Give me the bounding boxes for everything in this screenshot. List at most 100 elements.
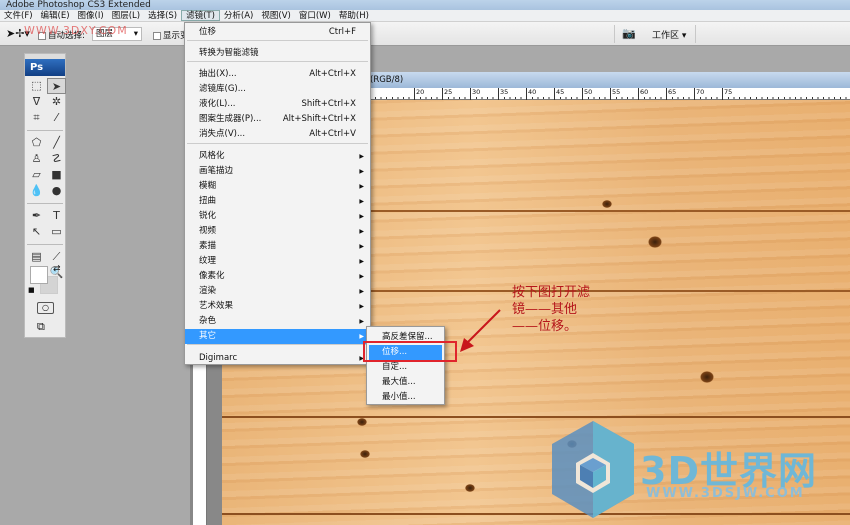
foreground-color-swatch[interactable] (30, 266, 48, 284)
crop-tool-icon[interactable]: ⌗ (27, 110, 46, 126)
lasso-tool-icon[interactable]: ᐁ (27, 94, 46, 110)
eraser-icon[interactable]: ▱ (27, 167, 46, 183)
ruler-tick-label: 75 (722, 88, 732, 100)
menu-item[interactable]: 艺术效果 ▶ (185, 299, 370, 314)
ruler-tick-label: 55 (610, 88, 620, 100)
ruler-tick-label: 50 (582, 88, 592, 100)
history-brush-icon[interactable]: ☡ (47, 151, 66, 167)
menu-separator (187, 61, 368, 62)
workspace-button[interactable]: 工作区 ▾ (652, 28, 686, 41)
menu-filter[interactable]: 滤镜(T) (181, 10, 220, 21)
magic-wand-icon[interactable]: ✲ (47, 94, 66, 110)
shape-tool-icon[interactable]: ▭ (47, 224, 66, 240)
menu-item[interactable]: 位移 Ctrl+F (185, 25, 370, 40)
eyedropper-icon[interactable]: ⟋ (47, 249, 66, 265)
menu-item[interactable]: 渲染 ▶ (185, 284, 370, 299)
menu-item[interactable]: 风格化 ▶ (185, 149, 370, 164)
submenu-arrow-icon: ▶ (359, 228, 364, 235)
menu-window[interactable]: 窗口(W) (295, 10, 335, 21)
menu-help[interactable]: 帮助(H) (335, 10, 373, 21)
menu-item[interactable]: 锐化 ▶ (185, 209, 370, 224)
menu-analysis[interactable]: 分析(A) (220, 10, 257, 21)
menu-item-shortcut: Alt+Ctrl+V (309, 129, 356, 139)
ruler-tick-label: 70 (694, 88, 704, 100)
divider (695, 25, 696, 43)
menu-item[interactable]: 模糊 ▶ (185, 179, 370, 194)
menu-view[interactable]: 视图(V) (257, 10, 294, 21)
menu-item-maximum[interactable]: 最大值... (367, 375, 444, 390)
menu-item[interactable]: 像素化 ▶ (185, 269, 370, 284)
marquee-tool-icon[interactable]: ⬚ (27, 78, 46, 94)
wood-knot (357, 418, 367, 426)
pen-tool-icon[interactable]: ✒ (27, 208, 46, 224)
menu-bar: 文件(F) 编辑(E) 图像(I) 图层(L) 选择(S) 滤镜(T) 分析(A… (0, 10, 850, 22)
menu-separator (187, 143, 368, 144)
menu-item[interactable]: 图案生成器(P)... Alt+Shift+Ctrl+X (185, 112, 370, 127)
quick-mask-icon[interactable]: ○ (37, 302, 54, 314)
swap-colors-icon[interactable]: ⇄ (53, 264, 61, 274)
menu-item-label: 滤镜库(G)... (199, 84, 246, 94)
menu-select[interactable]: 选择(S) (144, 10, 181, 21)
menu-image[interactable]: 图像(I) (74, 10, 108, 21)
menu-file[interactable]: 文件(F) (0, 10, 37, 21)
ruler-tick-label: 20 (414, 88, 424, 100)
menu-item-label: 转换为智能滤镜 (199, 48, 259, 58)
menu-item[interactable]: 滤镜库(G)... (185, 82, 370, 97)
submenu-arrow-icon: ▶ (359, 318, 364, 325)
menu-item-shortcut: Alt+Shift+Ctrl+X (282, 114, 356, 124)
ps-logo: Ps (25, 59, 65, 76)
ruler-tick-label: 65 (666, 88, 676, 100)
menu-edit[interactable]: 编辑(E) (37, 10, 74, 21)
menu-item[interactable]: 扭曲 ▶ (185, 194, 370, 209)
menu-item-custom[interactable]: 自定... (367, 360, 444, 375)
ruler-tick-label: 60 (638, 88, 648, 100)
move-tool-icon[interactable]: ➤ (47, 78, 66, 94)
screen-mode-icon[interactable]: ⧉ (37, 320, 45, 334)
dodge-tool-icon[interactable]: ● (47, 183, 66, 199)
menu-item[interactable]: 转换为智能滤镜 (185, 46, 370, 61)
submenu-arrow-icon: ▶ (359, 243, 364, 250)
brush-tool-icon[interactable]: ╱ (47, 135, 66, 151)
menu-item[interactable]: 画笔描边 ▶ (185, 164, 370, 179)
slice-tool-icon[interactable]: ⁄ (47, 110, 66, 126)
menu-item[interactable]: 抽出(X)... Alt+Ctrl+X (185, 67, 370, 82)
submenu-arrow-icon: ▶ (359, 183, 364, 190)
clone-stamp-icon[interactable]: ♙ (27, 151, 46, 167)
other-submenu: 高反差保留... 位移... 自定... 最大值... 最小值... (366, 326, 445, 405)
gradient-icon[interactable]: ■ (47, 167, 66, 183)
filter-menu: 位移 Ctrl+F 转换为智能滤镜抽出(X)... Alt+Ctrl+X 滤镜库(G).… (184, 22, 371, 365)
menu-layer[interactable]: 图层(L) (108, 10, 144, 21)
menu-item[interactable]: 素描 ▶ (185, 239, 370, 254)
menu-item-label: 艺术效果 (199, 301, 234, 311)
menu-item[interactable]: 纹理 ▶ (185, 254, 370, 269)
menu-item[interactable]: 视频 ▶ (185, 224, 370, 239)
menu-item[interactable]: 其它 ▶ (185, 329, 370, 344)
menu-separator (187, 344, 368, 345)
ruler-tick-label: 30 (470, 88, 480, 100)
notes-tool-icon[interactable]: ▤ (27, 249, 46, 265)
logo-url: WWW.3DSJW.COM (646, 486, 805, 501)
menu-item[interactable]: Digimarc ▶ (185, 351, 370, 366)
default-colors-icon[interactable]: ■ (28, 286, 35, 294)
menu-item[interactable]: 液化(L)... Shift+Ctrl+X (185, 97, 370, 112)
ruler-tick-label: 40 (526, 88, 536, 100)
divider (614, 25, 615, 43)
menu-item[interactable]: 消失点(V)... Alt+Ctrl+V (185, 127, 370, 142)
file-browser-icon[interactable]: 📷 (622, 27, 636, 40)
type-tool-icon[interactable]: T (47, 208, 66, 224)
wood-knot (360, 450, 370, 458)
submenu-arrow-icon: ▶ (359, 153, 364, 160)
menu-item-label: 消失点(V)... (199, 129, 246, 139)
menu-item-label: 视频 (199, 226, 217, 236)
highlight-box (363, 341, 457, 362)
toolbox: Ps ⬚➤ ᐁ✲ ⌗⁄ ⬠╱ ♙☡ ▱■ 💧● ✒T ↖▭ ▤⟋ ✋🔍 ⇄ ■ … (24, 53, 66, 338)
menu-item[interactable]: 杂色 ▶ (185, 314, 370, 329)
blur-tool-icon[interactable]: 💧 (27, 183, 46, 199)
menu-item-label: 扭曲 (199, 196, 217, 206)
menu-item-label: 风格化 (199, 151, 225, 161)
menu-item-label: 其它 (199, 331, 217, 341)
path-select-icon[interactable]: ↖ (27, 224, 46, 240)
submenu-arrow-icon: ▶ (359, 303, 364, 310)
healing-brush-icon[interactable]: ⬠ (27, 135, 46, 151)
menu-item-minimum[interactable]: 最小值... (367, 390, 444, 405)
